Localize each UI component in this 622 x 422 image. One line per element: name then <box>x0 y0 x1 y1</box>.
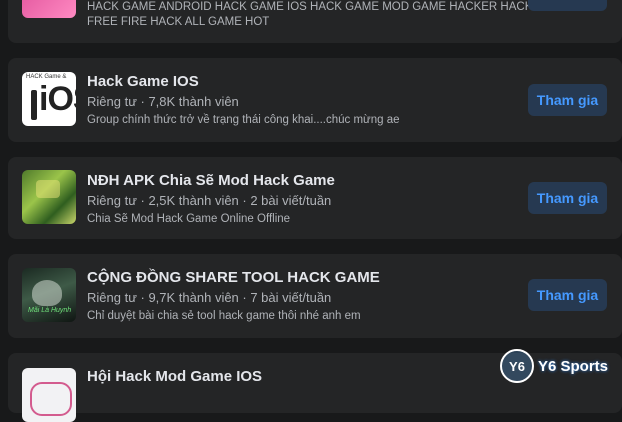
group-meta: Riêng tư · 7,8K thành viên <box>87 94 239 109</box>
group-thumbnail[interactable] <box>22 0 76 18</box>
group-description: Chỉ duyệt bài chia sẻ tool hack game thô… <box>87 310 361 322</box>
watermark: Y6 Y6 Sports <box>500 348 618 384</box>
group-card: HACK Game & iOS Hack Game IOS Riêng tư ·… <box>8 58 622 142</box>
group-description: Group chính thức trở về trạng thái công … <box>87 114 400 126</box>
group-name[interactable]: Hội Hack Mod Game IOS <box>87 368 262 385</box>
group-name[interactable]: Hack Game IOS <box>87 73 199 90</box>
y6-logo-icon: Y6 <box>500 349 534 383</box>
join-button[interactable]: Tham gia <box>528 182 607 214</box>
group-thumbnail[interactable] <box>22 368 76 422</box>
thumbnail-logo-text: iOS <box>39 80 76 118</box>
thumbnail-art <box>36 180 60 198</box>
watermark-text: Y6 Sports <box>538 357 609 375</box>
group-thumbnail[interactable]: HACK Game & iOS <box>22 72 76 126</box>
join-button[interactable]: Tham gia <box>528 84 607 116</box>
group-card: HACK GAME ANDROID HACK GAME IOS HACK GAM… <box>8 0 622 43</box>
group-description: HACK GAME ANDROID HACK GAME IOS HACK GAM… <box>87 1 533 13</box>
thumbnail-art <box>31 90 37 120</box>
group-card: Mãi Là Huynh CỘNG ĐỒNG SHARE TOOL HACK G… <box>8 254 622 338</box>
group-thumbnail[interactable]: Mãi Là Huynh <box>22 268 76 322</box>
group-description: FREE FIRE HACK ALL GAME HOT <box>87 16 270 28</box>
group-name[interactable]: NĐH APK Chia Sẽ Mod Hack Game <box>87 172 335 189</box>
group-meta: Riêng tư · 2,5K thành viên · 2 bài viết/… <box>87 193 332 208</box>
join-button[interactable]: Tham gia <box>528 279 607 311</box>
group-card: NĐH APK Chia Sẽ Mod Hack Game Riêng tư ·… <box>8 157 622 239</box>
join-button[interactable] <box>528 0 607 11</box>
thumbnail-art <box>30 382 72 416</box>
group-description: Chia Sẽ Mod Hack Game Online Offline <box>87 213 291 225</box>
thumbnail-caption: Mãi Là Huynh <box>28 307 72 314</box>
thumbnail-art <box>32 280 62 306</box>
group-name[interactable]: CỘNG ĐỒNG SHARE TOOL HACK GAME <box>87 269 380 286</box>
group-meta: Riêng tư · 9,7K thành viên · 7 bài viết/… <box>87 290 332 305</box>
group-thumbnail[interactable] <box>22 170 76 224</box>
